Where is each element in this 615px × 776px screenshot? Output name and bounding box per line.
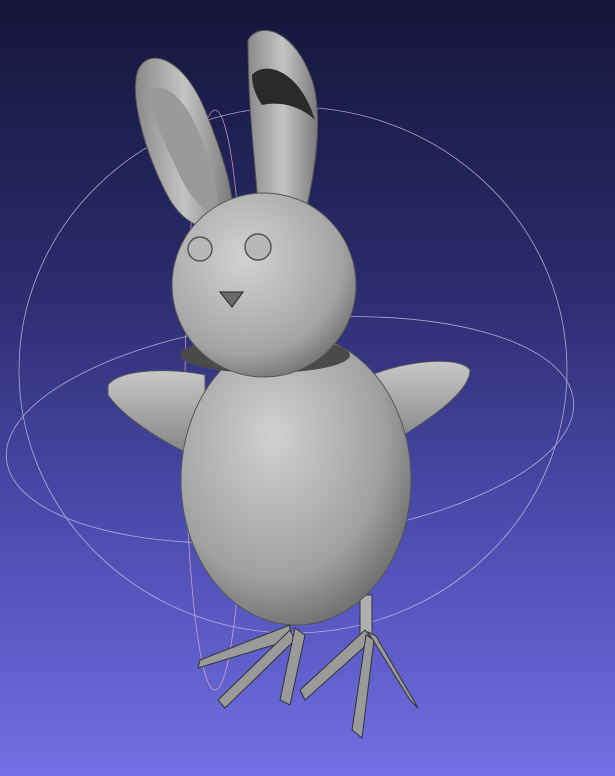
bunny-head	[171, 192, 357, 378]
left-eye	[187, 236, 213, 262]
3d-viewport[interactable]	[0, 0, 615, 776]
bunny-body	[180, 334, 412, 626]
scene	[5, 30, 575, 739]
right-eye	[244, 233, 272, 261]
